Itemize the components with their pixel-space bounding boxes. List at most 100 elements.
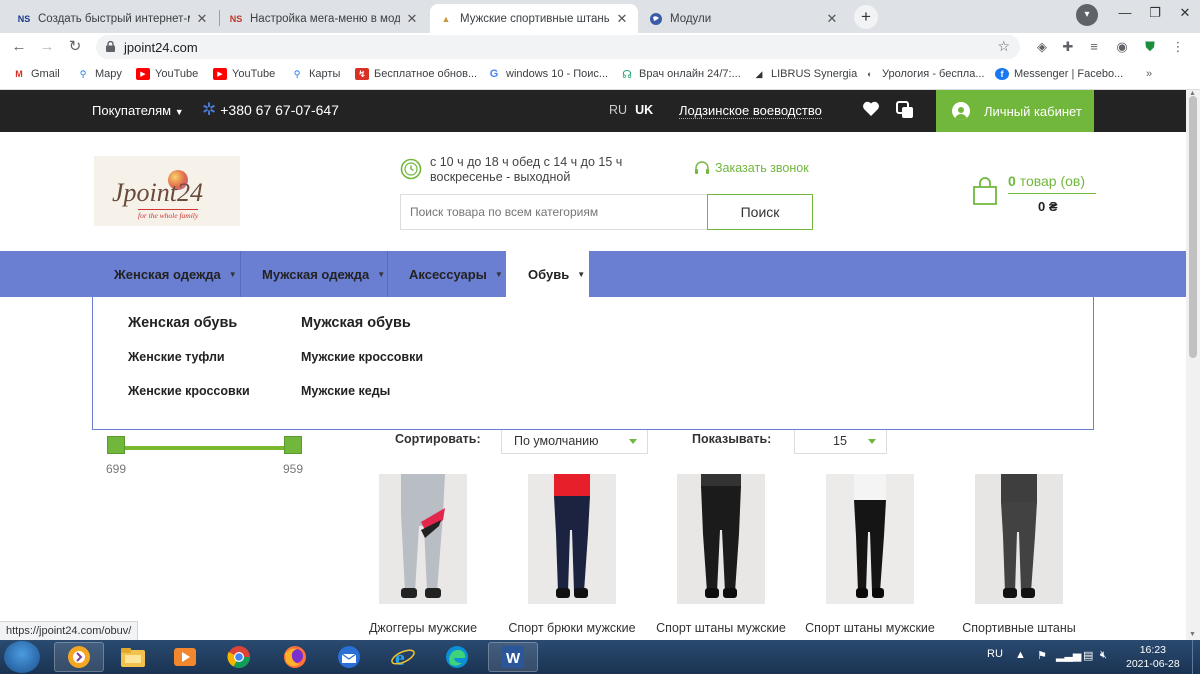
- lang-uk[interactable]: UK: [635, 103, 653, 117]
- price-range-min-handle[interactable]: [107, 436, 125, 454]
- taskbar-app-ie[interactable]: e: [378, 642, 428, 672]
- account-icon[interactable]: ◉: [1112, 37, 1132, 57]
- taskbar-app-firefox[interactable]: [270, 642, 320, 672]
- product-title[interactable]: Джоггеры мужские: [358, 621, 488, 636]
- bookmark-label: LIBRUS Synergia: [771, 68, 858, 80]
- mega-link-mens-sneakers[interactable]: Мужские кроссовки: [301, 350, 423, 364]
- browser-tab-1[interactable]: NS Создать быстрый интернет-маг ✕: [8, 4, 218, 33]
- bookmark-librus[interactable]: ◢ LIBRUS Synergia: [752, 68, 858, 80]
- cart-count[interactable]: 0 товар (ов): [1008, 173, 1085, 189]
- browser-tab-4[interactable]: Модули ✕: [640, 4, 848, 33]
- maximize-icon[interactable]: ❐: [1140, 0, 1170, 28]
- product-image[interactable]: [826, 474, 914, 604]
- product-image[interactable]: [379, 474, 467, 604]
- tray-flag-icon[interactable]: ⚑: [1037, 649, 1047, 662]
- product-image[interactable]: [528, 474, 616, 604]
- minimize-icon[interactable]: —: [1110, 0, 1140, 28]
- price-range-track[interactable]: [116, 446, 294, 450]
- bookmark-maps-2[interactable]: ⚲ Карты: [290, 68, 341, 80]
- mega-link-mens-keds[interactable]: Мужские кеды: [301, 384, 390, 398]
- mega-link-womens-sneakers[interactable]: Женские кроссовки: [128, 384, 250, 398]
- network-icon[interactable]: ▂▃▅: [1056, 649, 1081, 662]
- taskbar-app-edge[interactable]: [432, 642, 482, 672]
- compare-icon[interactable]: [895, 100, 915, 120]
- price-range-max-handle[interactable]: [284, 436, 302, 454]
- bookmark-youtube-2[interactable]: ▶ YouTube: [213, 68, 275, 80]
- taskbar-app-chrome[interactable]: [214, 642, 264, 672]
- personal-cabinet-button[interactable]: Личный кабинет: [936, 90, 1094, 132]
- taskbar-app-yandex[interactable]: [54, 642, 104, 672]
- address-bar[interactable]: jpoint24.com ☆: [96, 35, 1020, 59]
- taskbar-app-word[interactable]: W: [488, 642, 538, 672]
- clock-icon: [400, 158, 422, 180]
- taskbar-app-explorer[interactable]: [108, 642, 158, 672]
- bookmark-maps[interactable]: ⚲ Mapy: [76, 68, 122, 80]
- bookmark-messenger[interactable]: f Messenger | Facebo...: [995, 68, 1123, 80]
- scroll-down-icon[interactable]: ▼: [1189, 631, 1196, 638]
- menu-item-womens-clothing[interactable]: Женская одежда ▼: [92, 251, 259, 297]
- input-language[interactable]: RU: [987, 648, 1003, 660]
- bookmark-urology[interactable]: ◐ Урология - беспла...: [863, 68, 984, 80]
- browser-tab-2[interactable]: NS Настройка мега-меню в модуле ✕: [220, 4, 428, 33]
- menu-dots-icon[interactable]: ⋮: [1168, 37, 1188, 57]
- close-window-icon[interactable]: ✕: [1170, 0, 1200, 28]
- heart-icon[interactable]: [862, 100, 880, 118]
- bookmark-google-search[interactable]: Gwindows 10 - Поис...: [487, 68, 608, 80]
- bookmark-youtube[interactable]: ▶ YouTube: [136, 68, 198, 80]
- tab-title: Настройка мега-меню в модуле: [250, 12, 400, 25]
- phone-link[interactable]: ✲ +380 67 67-07-647: [202, 101, 339, 118]
- new-tab-button[interactable]: +: [854, 5, 878, 29]
- close-icon[interactable]: ✕: [404, 11, 420, 27]
- mega-heading-womens-shoes[interactable]: Женская обувь: [128, 315, 237, 331]
- shopping-bag-icon[interactable]: [971, 176, 999, 206]
- security-check-icon[interactable]: ⛊: [1140, 37, 1160, 57]
- region-selector[interactable]: Лодзинское воеводство: [679, 103, 822, 119]
- extension-shield-icon[interactable]: ◈: [1032, 37, 1052, 57]
- back-arrow-icon[interactable]: ←: [8, 36, 30, 58]
- reading-list-icon[interactable]: ≡: [1084, 37, 1104, 57]
- product-image[interactable]: [975, 474, 1063, 604]
- page-scrollbar[interactable]: ▲ ▼: [1186, 90, 1200, 640]
- product-title[interactable]: Спорт брюки мужские: [507, 621, 637, 636]
- browser-tab-3-active[interactable]: ▲ Мужские спортивные штаны ✕: [430, 4, 638, 33]
- forward-arrow-icon[interactable]: →: [36, 36, 58, 58]
- taskbar-app-thunderbird[interactable]: [324, 642, 374, 672]
- lang-ru[interactable]: RU: [609, 103, 627, 117]
- buyers-menu[interactable]: Покупателям ▼: [92, 103, 184, 118]
- taskbar-app-media[interactable]: [160, 642, 210, 672]
- close-icon[interactable]: ✕: [614, 11, 630, 27]
- product-title[interactable]: Спорт штаны мужские: [656, 621, 786, 636]
- site-logo[interactable]: Jpoint24 for the whole family: [94, 156, 240, 226]
- callback-link[interactable]: Заказать звонок: [694, 161, 809, 175]
- sort-select[interactable]: По умолчанию: [501, 428, 648, 454]
- reload-icon[interactable]: ↻: [64, 36, 86, 58]
- menu-item-accessories[interactable]: Аксессуары ▼: [387, 251, 525, 297]
- network-status-icon[interactable]: ▤: [1083, 649, 1093, 662]
- show-desktop-button[interactable]: [1192, 640, 1200, 674]
- windows-start-button[interactable]: [4, 641, 40, 673]
- product-title[interactable]: Спортивные штаны: [954, 621, 1084, 636]
- taskbar-clock[interactable]: 16:23 2021-06-28: [1126, 643, 1180, 671]
- tray-expand-icon[interactable]: ▲: [1015, 649, 1026, 661]
- menu-item-footwear[interactable]: Обувь ▼: [506, 251, 589, 297]
- search-button[interactable]: Поиск: [707, 194, 813, 230]
- bookmarks-overflow-icon[interactable]: »: [1146, 68, 1152, 80]
- mega-heading-mens-shoes[interactable]: Мужская обувь: [301, 315, 411, 331]
- volume-muted-icon[interactable]: 🔇︎: [1100, 649, 1107, 662]
- bookmark-doctor[interactable]: ☊ Врач онлайн 24/7:...: [620, 68, 741, 81]
- profile-dropdown-icon[interactable]: ▾: [1076, 4, 1098, 26]
- scrollbar-thumb[interactable]: [1189, 96, 1197, 358]
- close-icon[interactable]: ✕: [824, 11, 840, 27]
- product-image[interactable]: [677, 474, 765, 604]
- bookmark-star-icon[interactable]: ☆: [997, 38, 1010, 55]
- mega-link-womens-shoes[interactable]: Женские туфли: [128, 350, 225, 364]
- menu-item-mens-clothing[interactable]: Мужская одежда ▼: [240, 251, 407, 297]
- bookmark-gmail[interactable]: M Gmail: [12, 68, 59, 80]
- product-title[interactable]: Спорт штаны мужские: [805, 621, 935, 636]
- bookmarks-bar: M Gmail ⚲ Mapy ▶ YouTube ▶ YouTube ⚲ Карты ↯ Б…: [0, 61, 1200, 90]
- show-select[interactable]: 15: [794, 428, 887, 454]
- close-icon[interactable]: ✕: [194, 11, 210, 27]
- extensions-puzzle-icon[interactable]: ✚: [1058, 37, 1078, 57]
- search-input[interactable]: [400, 194, 707, 230]
- bookmark-update[interactable]: ↯ Бесплатное обнов...: [355, 68, 477, 80]
